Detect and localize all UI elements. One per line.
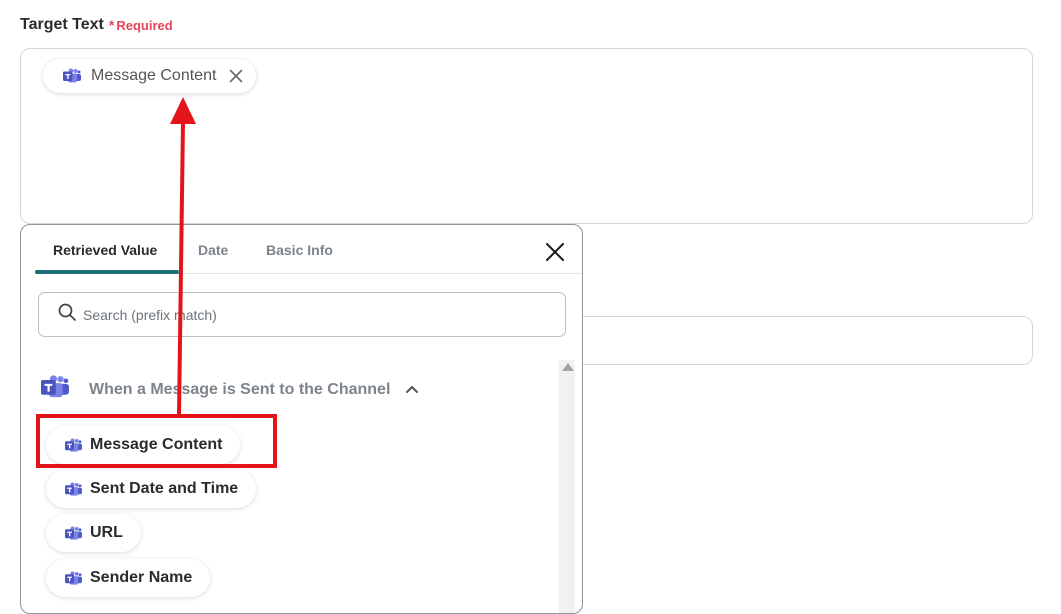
search-icon [58, 303, 76, 326]
option-sent-date-and-time[interactable]: Sent Date and Time [46, 470, 257, 508]
tab-retrieved-value[interactable]: Retrieved Value [53, 242, 157, 258]
scrollbar[interactable] [559, 360, 575, 613]
required-text: Required [116, 17, 173, 33]
close-icon[interactable] [545, 242, 565, 262]
option-message-content[interactable]: Message Content [46, 426, 241, 464]
option-label: Sender Name [90, 569, 193, 586]
picker-tabs: Retrieved Value Date Basic Info [35, 225, 582, 274]
chevron-up-icon[interactable] [390, 381, 419, 399]
option-label: Message Content [90, 436, 223, 453]
target-text-label: Target Text * Required [20, 16, 173, 34]
microsoft-teams-icon [65, 525, 82, 541]
active-tab-indicator [35, 270, 179, 274]
field-label-text: Target Text [20, 16, 104, 33]
microsoft-teams-icon [41, 374, 89, 405]
search-box[interactable] [38, 292, 566, 337]
group-header-message-sent[interactable]: When a Message is Sent to the Channel [41, 374, 419, 405]
remove-chip-icon[interactable] [226, 68, 244, 84]
scroll-up-arrow-icon[interactable] [562, 363, 574, 371]
required-asterisk: * [108, 17, 115, 33]
microsoft-teams-icon [65, 481, 82, 497]
tab-basic-info[interactable]: Basic Info [266, 242, 333, 258]
microsoft-teams-icon [63, 68, 81, 84]
option-label: URL [90, 524, 123, 541]
required-indicator: * Required [109, 17, 173, 33]
tab-date[interactable]: Date [198, 242, 228, 258]
value-picker-panel: Retrieved Value Date Basic Info Search (… [20, 224, 583, 614]
search-input[interactable] [81, 305, 521, 324]
selected-chip-label: Message Content [91, 67, 217, 84]
option-sender-name[interactable]: Sender Name [46, 559, 211, 597]
option-url[interactable]: URL [46, 514, 141, 552]
microsoft-teams-icon [65, 570, 82, 586]
target-text-field[interactable]: Message Content [20, 48, 1033, 224]
selected-value-chip[interactable]: Message Content [43, 59, 257, 93]
group-title: When a Message is Sent to the Channel [89, 380, 391, 398]
secondary-input-field[interactable] [560, 316, 1033, 365]
microsoft-teams-icon [65, 437, 82, 453]
option-label: Sent Date and Time [90, 480, 239, 497]
